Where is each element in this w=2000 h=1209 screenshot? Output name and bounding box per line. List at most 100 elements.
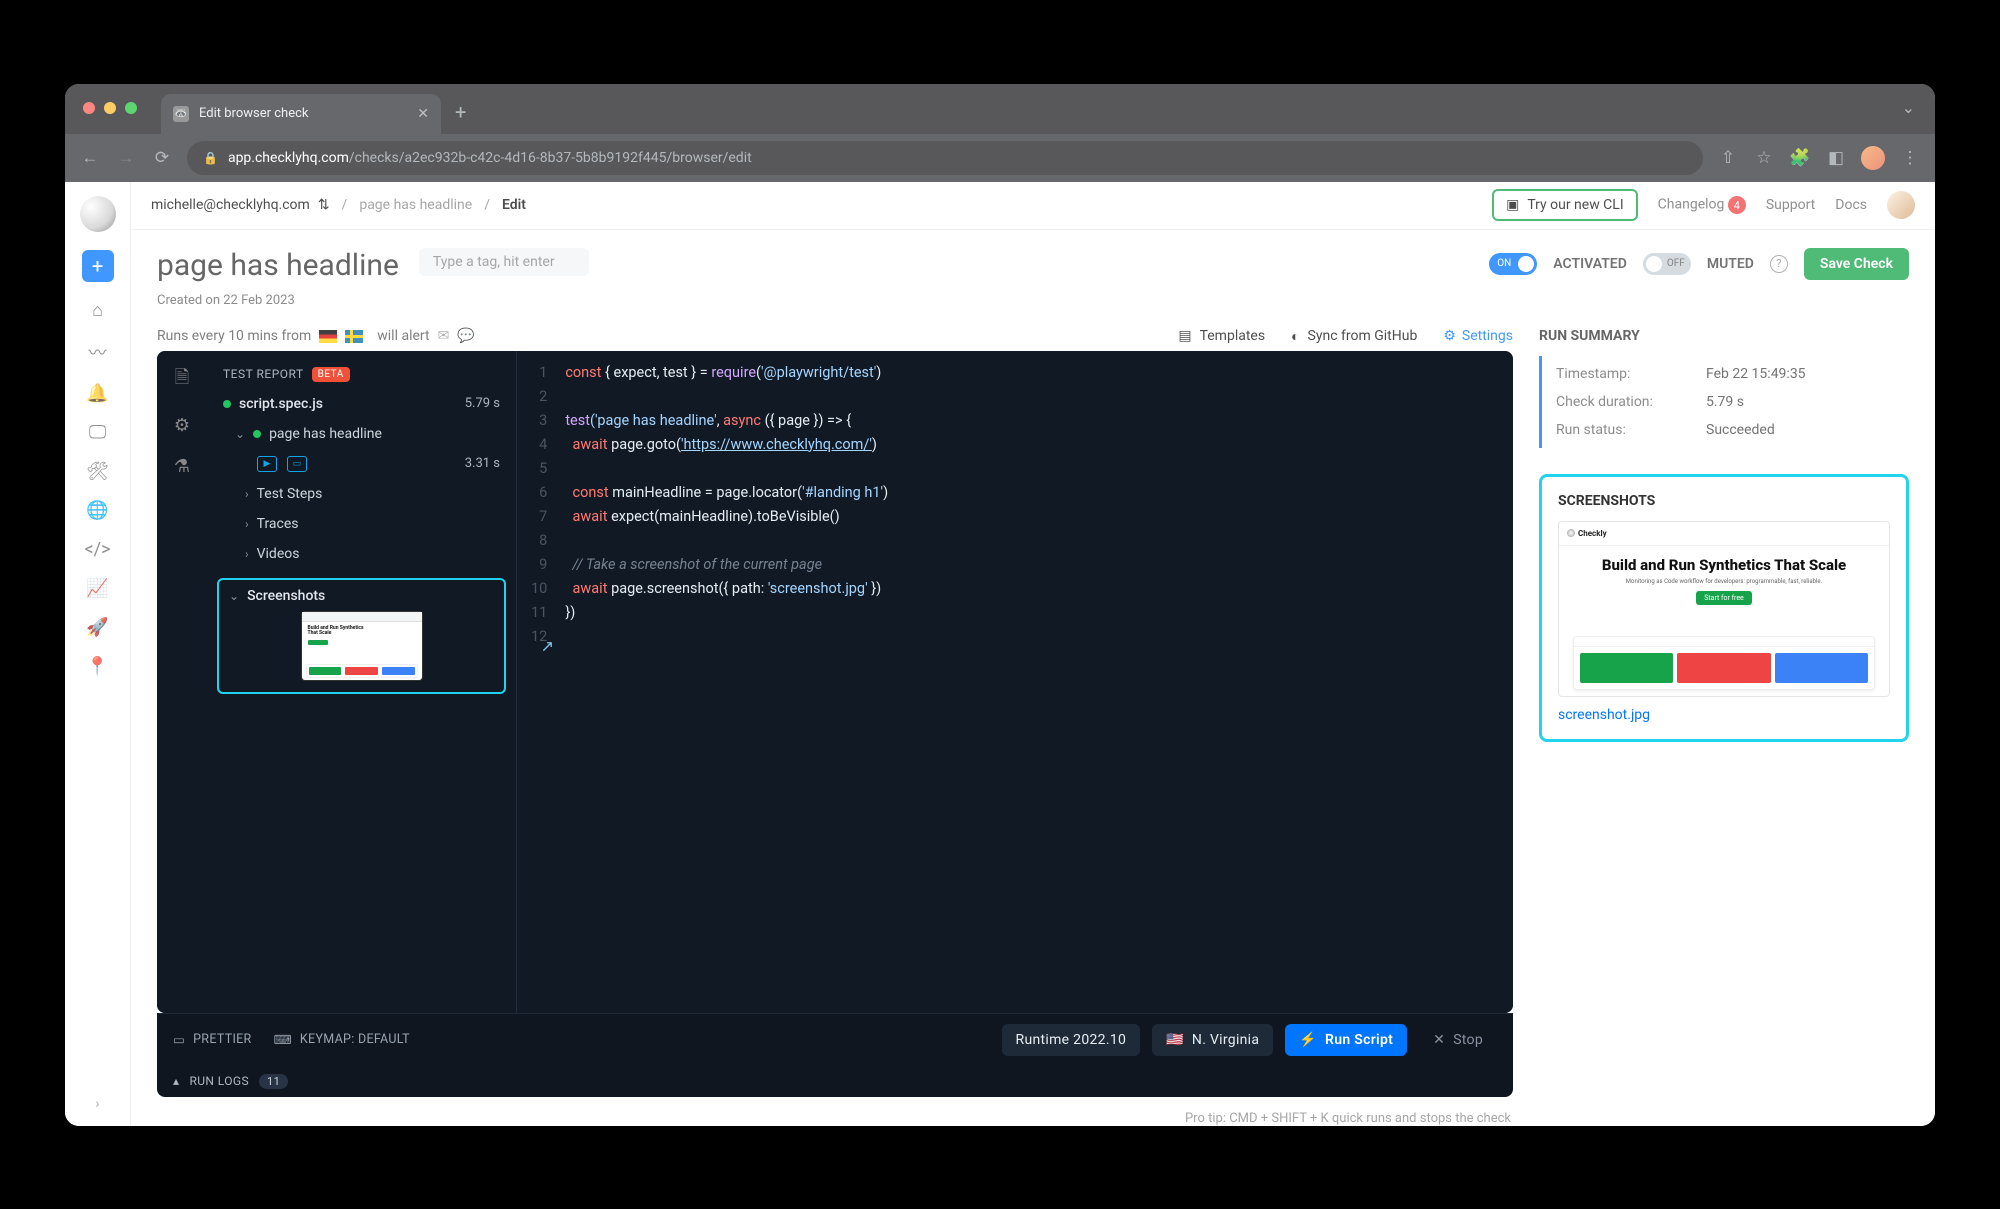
flask-icon[interactable]: ⚗	[171, 456, 193, 477]
monitor-icon[interactable]: 🖵	[89, 422, 106, 443]
summary-val: Feb 22 15:49:35	[1706, 366, 1806, 382]
bolt-icon: ⚡	[1299, 1032, 1317, 1048]
expand-sidebar-icon[interactable]: ›	[95, 1096, 99, 1112]
sync-github-button[interactable]: ◐Sync from GitHub	[1291, 328, 1417, 345]
settings-button[interactable]: ⚙Settings	[1443, 328, 1513, 344]
screenshot-filename[interactable]: screenshot.jpg	[1558, 707, 1890, 723]
prettier-button[interactable]: ▭PRETTIER	[173, 1032, 252, 1048]
pulse-icon[interactable]: 〰	[89, 339, 107, 365]
tabs-overflow-icon[interactable]: ⌄	[1902, 98, 1915, 117]
create-button[interactable]: +	[82, 250, 114, 282]
code-pane[interactable]: 123456789101112 const { expect, test } =…	[517, 351, 1513, 1013]
changelog-link[interactable]: Changelog 4	[1658, 196, 1746, 214]
profile-avatar[interactable]	[1861, 146, 1885, 170]
updown-icon: ⇅	[318, 197, 330, 213]
chevron-right-icon: ›	[245, 547, 249, 561]
breadcrumb-check[interactable]: page has headline	[359, 197, 472, 213]
open-external-icon[interactable]: ↗	[541, 636, 554, 655]
test-report-header: TEST REPORT BETA	[217, 363, 506, 386]
window-icon[interactable]: ▭	[287, 456, 307, 472]
wrench-icon[interactable]: 🛠	[86, 461, 109, 482]
play-icon[interactable]: ▶	[257, 456, 277, 472]
checkly-logo-icon[interactable]	[80, 196, 116, 232]
keymap-button[interactable]: ⌨KEYMAP: DEFAULT	[274, 1032, 410, 1048]
sidepanel-icon[interactable]: ◧	[1825, 148, 1847, 168]
screenshot-thumbnail[interactable]: Build and Run SyntheticsThat Scale	[302, 612, 422, 680]
address-bar[interactable]: 🔒 app.checklyhq.com/checks/a2ec932b-c42c…	[187, 141, 1703, 175]
muted-toggle[interactable]: OFF	[1643, 253, 1691, 275]
close-window-icon[interactable]	[83, 102, 95, 114]
globe-icon[interactable]: 🌐	[86, 500, 108, 521]
prettier-icon: ▭	[173, 1032, 185, 1048]
cli-label: Try our new CLI	[1527, 197, 1623, 213]
bookmark-icon[interactable]: ☆	[1753, 148, 1775, 168]
run-script-button[interactable]: ⚡Run Script	[1285, 1024, 1407, 1056]
browser-toolbar: ← → ⟳ 🔒 app.checklyhq.com/checks/a2ec932…	[65, 134, 1935, 182]
maximize-window-icon[interactable]	[125, 102, 137, 114]
back-icon[interactable]: ←	[79, 148, 101, 168]
beta-badge: BETA	[312, 367, 350, 382]
created-at: Created on 22 Feb 2023	[131, 293, 1935, 322]
save-check-button[interactable]: Save Check	[1804, 248, 1909, 280]
region-selector[interactable]: 🇺🇸N. Virginia	[1152, 1024, 1273, 1056]
check-header: page has headline Type a tag, hit enter …	[131, 230, 1935, 293]
minimize-window-icon[interactable]	[104, 102, 116, 114]
code-icon[interactable]: </>	[85, 539, 111, 560]
run-logs-count: 11	[259, 1074, 288, 1089]
x-icon: ✕	[1433, 1032, 1445, 1048]
close-tab-icon[interactable]: ✕	[417, 106, 429, 122]
try-cli-button[interactable]: ▣ Try our new CLI	[1492, 189, 1638, 221]
script-name: script.spec.js	[239, 396, 323, 412]
url-host: app.checklyhq.com	[228, 150, 349, 166]
reload-icon[interactable]: ⟳	[151, 148, 173, 168]
runtime-selector[interactable]: Runtime 2022.10	[1002, 1024, 1141, 1056]
videos-row[interactable]: ›Videos	[217, 542, 506, 566]
home-icon[interactable]: ⌂	[92, 300, 103, 321]
run-logs-bar[interactable]: ▴ RUN LOGS 11	[157, 1066, 1513, 1097]
screenshots-section[interactable]: ⌄Screenshots Build and Run SyntheticsTha…	[217, 578, 506, 694]
extensions-icon[interactable]: 🧩	[1789, 148, 1811, 168]
traces-row[interactable]: ›Traces	[217, 512, 506, 536]
screenshots-card: SCREENSHOTS Checkly Build and Run Synthe…	[1539, 474, 1909, 742]
docs-link[interactable]: Docs	[1835, 197, 1867, 213]
run-summary-title: RUN SUMMARY	[1539, 328, 1909, 344]
browser-menu-icon[interactable]: ⋮	[1899, 148, 1921, 168]
thumb-cta: Start for free	[1696, 591, 1752, 605]
rocket-icon[interactable]: 🚀	[86, 617, 108, 638]
activated-label: ACTIVATED	[1553, 256, 1627, 272]
screenshot-preview[interactable]: Checkly Build and Run Synthetics That Sc…	[1558, 521, 1890, 697]
account-selector[interactable]: michelle@checklyhq.com ⇅	[151, 197, 330, 213]
code-editor: 🗎 ⚙ ⚗ TEST REPORT BETA script.spec.	[157, 351, 1513, 1013]
tag-input[interactable]: Type a tag, hit enter	[419, 248, 589, 276]
activated-toggle[interactable]: ON	[1489, 253, 1537, 275]
gear-icon: ⚙	[1443, 328, 1456, 344]
thumb-heading: Build and Run Synthetics That Scale	[1589, 556, 1859, 575]
test-row[interactable]: ⌄ page has headline	[217, 422, 506, 446]
script-duration: 5.79 s	[465, 396, 500, 411]
gear-icon[interactable]: ⚙	[171, 415, 193, 436]
check-title[interactable]: page has headline	[157, 248, 399, 283]
support-link[interactable]: Support	[1766, 197, 1815, 213]
favicon-icon: 🦝	[173, 106, 189, 122]
templates-button[interactable]: ▤Templates	[1178, 328, 1265, 344]
bell-icon[interactable]: 🔔	[86, 383, 108, 404]
breadcrumb-edit: Edit	[502, 197, 526, 213]
chevron-down-icon: ⌄	[235, 427, 245, 441]
muted-label: MUTED	[1707, 256, 1754, 272]
new-tab-button[interactable]: +	[455, 100, 466, 134]
script-row[interactable]: script.spec.js 5.79 s	[217, 392, 506, 416]
forward-icon[interactable]: →	[115, 148, 137, 168]
template-icon: ▤	[1178, 328, 1191, 344]
stop-button[interactable]: ✕Stop	[1419, 1024, 1497, 1056]
chevron-down-icon: ⌄	[229, 589, 239, 603]
file-icon[interactable]: 🗎	[171, 365, 193, 395]
browser-tab[interactable]: 🦝 Edit browser check ✕	[161, 94, 441, 134]
share-icon[interactable]: ⇧	[1717, 148, 1739, 168]
terminal-icon: ▣	[1506, 197, 1519, 213]
help-icon[interactable]: ?	[1770, 255, 1788, 273]
test-steps-row[interactable]: ›Test Steps	[217, 482, 506, 506]
analytics-icon[interactable]: 📈	[86, 578, 108, 599]
map-pin-icon[interactable]: 📍	[86, 656, 108, 677]
user-avatar[interactable]	[1887, 191, 1915, 219]
app-sidebar: + ⌂ 〰 🔔 🖵 🛠 🌐 </> 📈 🚀 📍 ›	[65, 182, 131, 1126]
